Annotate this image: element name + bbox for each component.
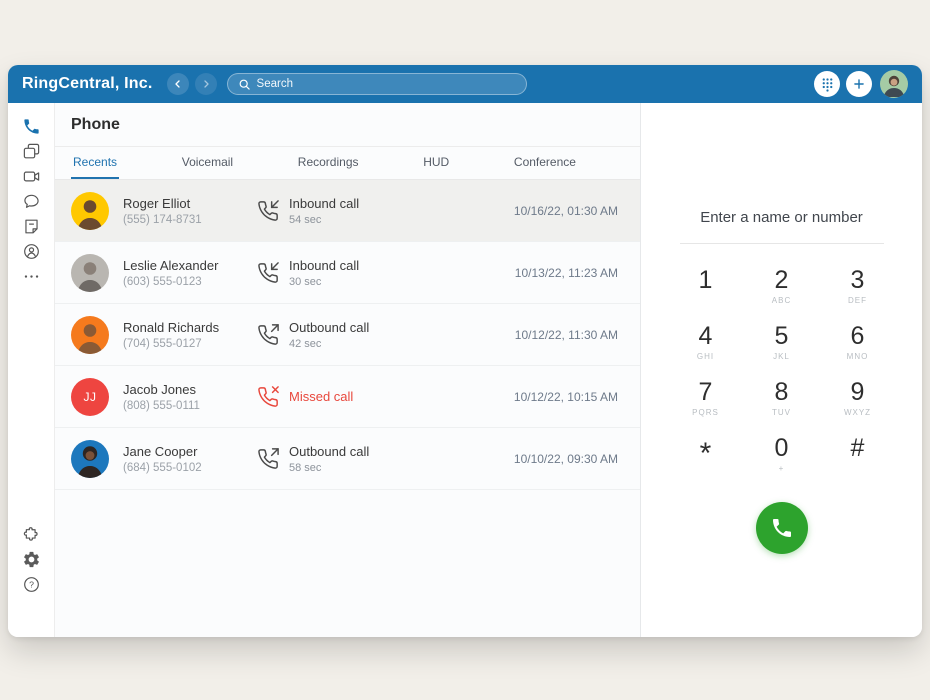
add-new-button[interactable] xyxy=(846,71,872,97)
caller-number: (704) 555-0127 xyxy=(123,338,257,350)
keypad-key-9[interactable]: 9WXYZ xyxy=(820,376,896,432)
avatar xyxy=(71,254,109,292)
phone-panel: Phone Recents Voicemail Recordings HUD C… xyxy=(55,103,641,637)
help-icon[interactable]: ? xyxy=(21,574,41,594)
avatar: JJ xyxy=(71,378,109,416)
caller-name: Roger Elliot xyxy=(123,196,257,211)
chevron-right-icon xyxy=(200,78,212,90)
keypad-key-0[interactable]: 0+ xyxy=(744,432,820,488)
call-timestamp: 10/12/22, 10:15 AM xyxy=(514,390,618,404)
call-type: Outbound call xyxy=(289,320,369,335)
text-messages-icon[interactable] xyxy=(21,141,41,161)
caller-name: Jane Cooper xyxy=(123,444,257,459)
keypad-key-6[interactable]: 6MNO xyxy=(820,320,896,376)
top-bar: RingCentral, Inc. Search xyxy=(8,65,922,103)
search-icon xyxy=(238,78,251,91)
caller-number: (808) 555-0111 xyxy=(123,400,257,412)
keypad-key-4[interactable]: 4GHI xyxy=(668,320,744,376)
video-icon[interactable] xyxy=(21,166,41,186)
tab-recents[interactable]: Recents xyxy=(71,147,119,179)
app-title: RingCentral, Inc. xyxy=(22,75,153,93)
keypad-key-star[interactable]: * xyxy=(668,432,744,488)
settings-gear-icon[interactable] xyxy=(21,549,41,569)
sidebar: ? xyxy=(8,103,55,637)
phone-handset-icon xyxy=(770,516,794,540)
chat-icon[interactable] xyxy=(21,191,41,211)
back-button[interactable] xyxy=(167,73,189,95)
phone-tabs: Recents Voicemail Recordings HUD Confere… xyxy=(55,147,640,180)
dialer-panel: Enter a name or number 1 2ABC 3DEF 4GHI … xyxy=(641,103,922,637)
call-type: Missed call xyxy=(289,389,353,404)
call-type: Inbound call xyxy=(289,196,359,211)
call-duration: 58 sec xyxy=(289,462,369,474)
call-row[interactable]: Jane Cooper (684) 555-0102 Outbound call… xyxy=(55,428,640,490)
tab-recordings[interactable]: Recordings xyxy=(296,147,361,179)
keypad-key-5[interactable]: 5JKL xyxy=(744,320,820,376)
caller-number: (603) 555-0123 xyxy=(123,276,257,288)
caller-number: (684) 555-0102 xyxy=(123,462,257,474)
dial-input-underline xyxy=(680,243,884,244)
call-timestamp: 10/16/22, 01:30 AM xyxy=(514,204,618,218)
avatar xyxy=(71,316,109,354)
dial-keypad: 1 2ABC 3DEF 4GHI 5JKL 6MNO 7PQRS 8TUV 9W… xyxy=(668,264,896,488)
call-type: Outbound call xyxy=(289,444,369,459)
call-row[interactable]: JJ Jacob Jones (808) 555-0111 Missed cal… xyxy=(55,366,640,428)
forward-button[interactable] xyxy=(195,73,217,95)
keypad-key-3[interactable]: 3DEF xyxy=(820,264,896,320)
missed-call-icon xyxy=(257,386,279,408)
contacts-icon[interactable] xyxy=(21,241,41,261)
dial-number-input[interactable]: Enter a name or number xyxy=(700,209,863,226)
avatar-initials: JJ xyxy=(84,390,97,404)
plus-icon xyxy=(852,77,866,91)
keypad-key-pound[interactable]: # xyxy=(820,432,896,488)
caller-name: Leslie Alexander xyxy=(123,258,257,273)
more-icon[interactable] xyxy=(21,266,41,286)
call-row[interactable]: Ronald Richards (704) 555-0127 Outbound … xyxy=(55,304,640,366)
chevron-left-icon xyxy=(172,78,184,90)
search-input[interactable]: Search xyxy=(227,73,527,95)
keypad-key-1[interactable]: 1 xyxy=(668,264,744,320)
app-content: ? Phone Recents Voicemail Recordings HUD… xyxy=(8,103,922,637)
inbound-call-icon xyxy=(257,262,279,284)
call-timestamp: 10/13/22, 11:23 AM xyxy=(515,266,618,280)
dialpad-icon xyxy=(821,77,834,92)
tab-voicemail[interactable]: Voicemail xyxy=(180,147,235,179)
call-type: Inbound call xyxy=(289,258,359,273)
dialpad-button[interactable] xyxy=(814,71,840,97)
keypad-key-8[interactable]: 8TUV xyxy=(744,376,820,432)
call-duration: 54 sec xyxy=(289,214,359,226)
ringcentral-app-window: RingCentral, Inc. Search xyxy=(8,65,922,637)
call-button[interactable] xyxy=(756,502,808,554)
call-duration: 30 sec xyxy=(289,276,359,288)
call-row[interactable]: Leslie Alexander (603) 555-0123 Inbound … xyxy=(55,242,640,304)
avatar xyxy=(71,440,109,478)
call-duration: 42 sec xyxy=(289,338,369,350)
caller-name: Jacob Jones xyxy=(123,382,257,397)
keypad-key-7[interactable]: 7PQRS xyxy=(668,376,744,432)
call-timestamp: 10/12/22, 11:30 AM xyxy=(515,328,618,342)
outbound-call-icon xyxy=(257,324,279,346)
phone-icon[interactable] xyxy=(21,116,41,136)
tab-hud[interactable]: HUD xyxy=(421,147,451,179)
apps-icon[interactable] xyxy=(21,524,41,544)
call-row[interactable]: Roger Elliot (555) 174-8731 Inbound call… xyxy=(55,180,640,242)
user-avatar[interactable] xyxy=(880,70,908,98)
tab-conference[interactable]: Conference xyxy=(512,147,578,179)
call-timestamp: 10/10/22, 09:30 AM xyxy=(514,452,618,466)
page-title: Phone xyxy=(55,103,640,147)
outbound-call-icon xyxy=(257,448,279,470)
caller-name: Ronald Richards xyxy=(123,320,257,335)
notes-icon[interactable] xyxy=(21,216,41,236)
svg-text:?: ? xyxy=(29,579,34,589)
keypad-key-2[interactable]: 2ABC xyxy=(744,264,820,320)
inbound-call-icon xyxy=(257,200,279,222)
avatar xyxy=(71,192,109,230)
caller-number: (555) 174-8731 xyxy=(123,214,257,226)
search-placeholder: Search xyxy=(257,78,293,90)
